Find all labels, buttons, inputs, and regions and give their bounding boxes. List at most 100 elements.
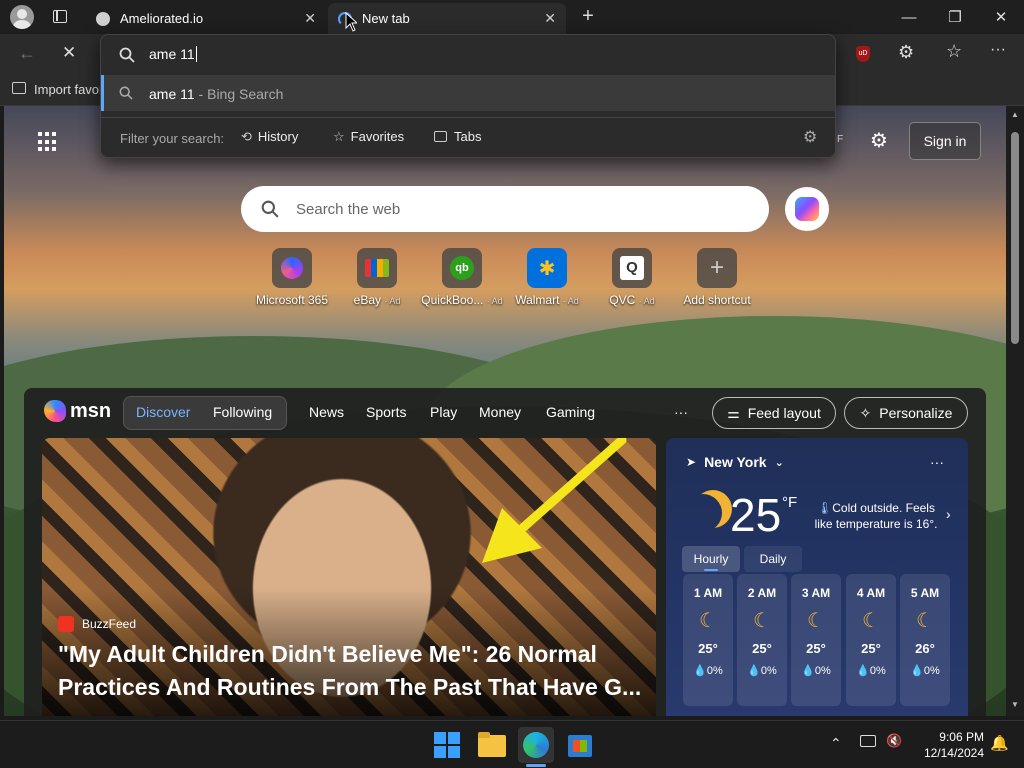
system-clock[interactable]: 9:06 PM 12/14/2024	[912, 729, 984, 761]
scrollbar-thumb[interactable]	[1011, 132, 1019, 344]
filter-favorites[interactable]: ☆ Favorites	[333, 129, 404, 145]
location-arrow-icon: ➤	[686, 455, 697, 469]
address-bar-dropdown: ame 11 ame 11 - Bing Search Filter your …	[100, 34, 836, 158]
article-card[interactable]: BuzzFeed "My Adult Children Didn't Belie…	[42, 438, 656, 716]
nav-news[interactable]: News	[309, 404, 344, 420]
droplet-icon: 💧	[801, 665, 815, 677]
nav-more-button[interactable]: ···	[674, 404, 688, 420]
nav-sports[interactable]: Sports	[366, 404, 406, 420]
moon-icon: ☾	[862, 610, 880, 632]
start-windows-icon[interactable]	[431, 729, 463, 761]
ublock-extension-icon[interactable]: uD	[856, 46, 870, 62]
quicklink-quickbooks[interactable]: qb QuickBoo... · Ad	[417, 248, 507, 307]
volume-muted-icon[interactable]: 🔇	[886, 733, 902, 749]
quicklink-walmart[interactable]: ✱ Walmart · Ad	[502, 248, 592, 307]
back-arrow-icon[interactable]: ←	[18, 43, 36, 64]
search-icon	[261, 200, 279, 218]
close-tab-icon[interactable]: ✕	[544, 10, 556, 27]
tab-daily[interactable]: Daily	[744, 546, 802, 572]
tab-following[interactable]: Following	[213, 404, 272, 420]
copilot-button[interactable]	[785, 187, 829, 231]
weather-more-button[interactable]: ···	[930, 454, 944, 470]
quicklink-qvc[interactable]: Q QVC · Ad	[587, 248, 677, 307]
show-hidden-icons-chevron[interactable]: ⌃	[830, 735, 842, 752]
quicklink-ebay[interactable]: eBay · Ad	[332, 248, 422, 307]
filter-history[interactable]: ⟲ History	[241, 129, 298, 145]
weather-note: 🌡Cold outside. Feels like temperature is…	[814, 501, 938, 531]
apps-launcher-icon[interactable]	[38, 132, 58, 152]
tab-ameliorated[interactable]: Ameliorated.io ✕	[86, 3, 326, 34]
web-search-box[interactable]: Search the web	[241, 186, 769, 232]
hourly-forecast-item[interactable]: 3 AM ☾ 25° 💧0%	[791, 574, 841, 706]
tab-discover[interactable]: Discover	[136, 404, 190, 420]
article-source: BuzzFeed	[58, 616, 136, 632]
moon-icon	[684, 494, 722, 532]
stop-loading-icon[interactable]: ✕	[62, 43, 76, 63]
close-window-button[interactable]: ✕	[978, 0, 1024, 34]
sparkle-icon: ✧	[859, 404, 872, 421]
nav-money[interactable]: Money	[479, 404, 521, 420]
microsoft-store-icon[interactable]	[564, 729, 596, 761]
chevron-down-icon: ⌄	[774, 456, 784, 469]
quickbooks-icon: qb	[450, 256, 474, 280]
filter-tabs[interactable]: Tabs	[434, 129, 481, 144]
minimize-button[interactable]: ―	[886, 0, 932, 34]
favorites-star-icon[interactable]: ☆	[946, 41, 962, 62]
msn-butterfly-icon	[44, 400, 66, 422]
address-input[interactable]: ame 11	[149, 46, 197, 62]
droplet-icon: 💧	[693, 665, 707, 677]
droplet-icon: 💧	[747, 665, 761, 677]
moon-icon: ☾	[699, 610, 717, 632]
scroll-down-arrow-icon[interactable]: ▼	[1011, 700, 1019, 709]
hourly-forecast-item[interactable]: 5 AM ☾ 26° 💧0%	[900, 574, 950, 706]
page-scrollbar[interactable]: ▲ ▼	[1006, 106, 1024, 716]
thermometer-icon: 🌡	[817, 501, 833, 515]
settings-gear-icon[interactable]: ⚙	[803, 127, 817, 147]
file-explorer-icon[interactable]	[476, 729, 508, 761]
quicklink-microsoft365[interactable]: Microsoft 365	[247, 248, 337, 307]
weather-unit-fragment: F	[837, 134, 844, 145]
location-selector[interactable]: ➤ New York ⌄	[686, 454, 784, 470]
personalize-button[interactable]: ✧ Personalize	[844, 397, 968, 429]
extensions-icon[interactable]: ⚙	[898, 42, 914, 63]
search-placeholder: Search the web	[296, 201, 401, 218]
temp-unit: °F	[782, 494, 798, 511]
vertical-tabs-icon[interactable]	[53, 10, 67, 23]
tabs-icon	[434, 131, 447, 142]
hourly-forecast-item[interactable]: 4 AM ☾ 25° 💧0%	[846, 574, 896, 706]
msn-logo[interactable]: msn	[44, 396, 111, 426]
sign-in-button[interactable]: Sign in	[909, 122, 981, 160]
maximize-button[interactable]: ❐	[932, 0, 978, 34]
filter-divider	[101, 117, 835, 118]
star-icon: ☆	[333, 129, 345, 144]
nav-play[interactable]: Play	[430, 404, 457, 420]
new-tab-page: F ⚙ Sign in Search the web Microsoft 365…	[4, 106, 1006, 716]
new-tab-button[interactable]: +	[578, 6, 598, 26]
filter-label: Filter your search:	[120, 131, 225, 146]
page-settings-gear-icon[interactable]: ⚙	[870, 128, 888, 153]
mouse-cursor-icon	[345, 12, 357, 32]
import-favorites-icon	[12, 82, 26, 94]
close-tab-icon[interactable]: ✕	[304, 10, 316, 27]
network-icon[interactable]	[860, 735, 876, 747]
import-favorites-link[interactable]: Import favor	[34, 82, 103, 97]
hourly-forecast-item[interactable]: 1 AM ☾ 25° 💧0%	[683, 574, 733, 706]
moon-icon: ☾	[916, 610, 934, 632]
quicklink-add-shortcut[interactable]: + Add shortcut	[672, 248, 762, 307]
microsoft365-icon	[281, 257, 303, 279]
profile-avatar[interactable]	[10, 5, 34, 29]
feed-layout-button[interactable]: ⚌ Feed layout	[712, 397, 836, 429]
settings-more-icon[interactable]: ···	[990, 41, 1006, 59]
nav-gaming[interactable]: Gaming	[546, 404, 595, 420]
tab-new-tab[interactable]: New tab ✕	[328, 3, 566, 34]
search-suggestion[interactable]: ame 11 - Bing Search	[101, 75, 835, 111]
notification-bell-icon[interactable]: 🔔	[990, 734, 1009, 752]
scroll-up-arrow-icon[interactable]: ▲	[1011, 110, 1019, 119]
edge-browser-icon[interactable]	[518, 727, 554, 767]
copilot-icon	[795, 197, 819, 221]
tab-hourly[interactable]: Hourly	[682, 546, 740, 572]
droplet-icon: 💧	[856, 665, 870, 677]
article-headline[interactable]: "My Adult Children Didn't Believe Me": 2…	[58, 638, 648, 704]
hourly-forecast-item[interactable]: 2 AM ☾ 25° 💧0%	[737, 574, 787, 706]
chevron-right-icon[interactable]: ›	[946, 506, 951, 522]
